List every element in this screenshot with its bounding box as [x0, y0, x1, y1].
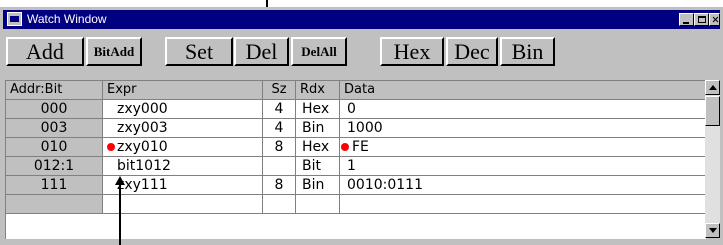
scroll-up-arrow-icon[interactable] — [705, 80, 720, 95]
radix-cell: Hex — [296, 138, 340, 157]
table-row[interactable]: 012:1 bit1012 Bit 1 — [6, 157, 706, 176]
add-button[interactable]: Add — [6, 37, 84, 66]
set-button[interactable]: Set — [165, 37, 233, 66]
scroll-thumb[interactable] — [705, 96, 720, 126]
addr-cell: 111 — [6, 176, 103, 195]
column-header-rdx[interactable]: Rdx — [296, 81, 340, 100]
addr-cell: 003 — [6, 119, 103, 138]
size-cell — [263, 157, 296, 176]
data-cell[interactable]: 0 — [340, 100, 706, 119]
addr-cell — [6, 195, 103, 214]
callout-arrowhead — [115, 176, 125, 185]
del-button[interactable]: Del — [234, 37, 289, 66]
expr-text: zxy010 — [117, 139, 168, 155]
dec-button[interactable]: Dec — [446, 37, 498, 66]
window-title: Watch Window — [27, 12, 107, 26]
toolbar: Add BitAdd Set Del DelAll Hex Dec Bin — [3, 36, 720, 67]
radix-cell: Hex — [296, 100, 340, 119]
size-cell — [263, 195, 296, 214]
delall-button[interactable]: DelAll — [291, 37, 347, 66]
data-cell[interactable]: 0010:0111 — [340, 176, 706, 195]
breakpoint-marker-icon — [107, 143, 115, 151]
radix-cell: Bin — [296, 119, 340, 138]
column-header-expr[interactable]: Expr — [103, 81, 263, 100]
radix-cell: Bit — [296, 157, 340, 176]
hex-button[interactable]: Hex — [380, 37, 444, 66]
data-cell[interactable]: FE — [340, 138, 706, 157]
expr-cell[interactable]: zxy003 — [103, 119, 263, 138]
addr-cell: 012:1 — [6, 157, 103, 176]
minimize-button[interactable] — [679, 13, 694, 26]
radix-cell — [296, 195, 340, 214]
data-cell[interactable]: 1 — [340, 157, 706, 176]
expr-cell[interactable]: zxy000 — [103, 100, 263, 119]
size-cell: 8 — [263, 138, 296, 157]
app-icon — [7, 12, 22, 26]
close-button[interactable] — [709, 13, 720, 26]
expr-cell[interactable]: bit1012 — [103, 157, 263, 176]
radix-cell: Bin — [296, 176, 340, 195]
addr-cell: 010 — [6, 138, 103, 157]
watch-grid: Addr:Bit Expr Sz Rdx Data 000 zxy000 4 H… — [5, 80, 706, 239]
data-cell[interactable]: 1000 — [340, 119, 706, 138]
size-cell: 4 — [263, 119, 296, 138]
size-cell: 4 — [263, 100, 296, 119]
data-cell[interactable] — [340, 195, 706, 214]
title-bar[interactable]: Watch Window — [3, 10, 720, 29]
table-row[interactable] — [6, 195, 706, 214]
expr-cell[interactable] — [103, 195, 263, 214]
table-row[interactable]: 111 zxy111 8 Bin 0010:0111 — [6, 176, 706, 195]
callout-arrow-bottom — [119, 182, 121, 245]
size-cell: 8 — [263, 176, 296, 195]
maximize-button[interactable] — [694, 13, 709, 26]
table-row[interactable]: 003 zxy003 4 Bin 1000 — [6, 119, 706, 138]
expr-cell[interactable]: zxy010 — [103, 138, 263, 157]
bitadd-button[interactable]: BitAdd — [86, 37, 142, 66]
table-row[interactable]: 000 zxy000 4 Hex 0 — [6, 100, 706, 119]
vertical-scrollbar[interactable] — [705, 80, 720, 238]
data-text: FE — [352, 139, 369, 155]
column-header-sz[interactable]: Sz — [263, 81, 296, 100]
table-row[interactable]: 010 zxy010 8 Hex FE — [6, 138, 706, 157]
bin-button[interactable]: Bin — [500, 37, 555, 66]
scroll-down-arrow-icon[interactable] — [705, 223, 720, 238]
column-header-addr[interactable]: Addr:Bit — [6, 81, 103, 100]
addr-cell: 000 — [6, 100, 103, 119]
expr-cell[interactable]: zxy111 — [103, 176, 263, 195]
column-header-data[interactable]: Data — [340, 81, 706, 100]
changed-marker-icon — [341, 143, 349, 151]
